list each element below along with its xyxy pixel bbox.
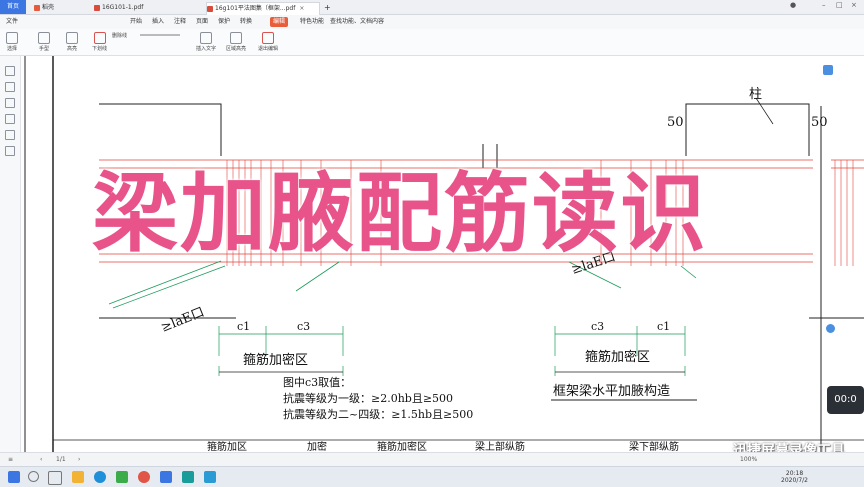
dim-c3-right: c3 (591, 320, 604, 333)
highlight-icon (66, 32, 78, 44)
menu-convert[interactable]: 转换 (240, 17, 252, 27)
bottom-label-3: 箍筋加密区 (377, 440, 427, 452)
menu-features[interactable]: 特色功能 (300, 17, 324, 27)
menu-protect[interactable]: 保护 (218, 17, 230, 27)
edge-icon[interactable] (94, 471, 106, 483)
minimize-icon[interactable]: – (822, 1, 826, 9)
menu-file[interactable]: 文件 (6, 17, 18, 27)
video-title-overlay: 梁加腋配筋读识 (92, 164, 708, 264)
note-title: 图中c3取值： (283, 376, 351, 389)
hand-icon (38, 32, 50, 44)
task-view-icon[interactable] (48, 471, 62, 485)
dim-c1-left: c1 (237, 320, 250, 333)
text-icon (200, 32, 212, 44)
search-icon[interactable] (28, 471, 39, 482)
menu-page[interactable]: 页面 (196, 17, 208, 27)
clock-date: 2020/7/2 (781, 477, 808, 484)
dim-c1-right: c1 (657, 320, 670, 333)
hand-tool[interactable]: 手型 (38, 32, 50, 52)
thumbnail-icon[interactable] (5, 82, 15, 92)
layers-icon[interactable] (5, 146, 15, 156)
comment-icon[interactable] (5, 98, 15, 108)
clock-time: 20:18 (785, 470, 804, 477)
tab-label: 16G101-1.pdf (102, 4, 144, 11)
dim-c3-left: c3 (297, 320, 310, 333)
menu-edit[interactable]: 编辑 (270, 17, 289, 27)
tab-label: 稻壳 (42, 4, 55, 11)
strike-tool[interactable]: 删除线 (112, 32, 127, 39)
menu-bar: 文件 开始 插入 注释 页面 保护 转换 编辑 特色功能 查找功能、文档内容 (0, 15, 864, 29)
attachment-icon[interactable] (5, 130, 15, 140)
bottom-label-2: 加密 (307, 440, 327, 452)
new-tab-button[interactable]: + (324, 2, 334, 14)
tab-docer[interactable]: 稻壳 (34, 2, 86, 14)
pdf-icon (94, 4, 100, 11)
search-menu[interactable]: 查找功能、文档内容 (330, 17, 384, 27)
start-icon[interactable] (8, 471, 20, 483)
status-bar: ≡ ‹ 1/1 › 100% (0, 452, 864, 467)
tab-home[interactable]: 首页 (0, 0, 26, 14)
bookmark-icon[interactable] (5, 66, 15, 76)
stirrup-zone-left: 箍筋加密区 (243, 352, 308, 368)
page-indicator[interactable]: 1/1 (56, 456, 66, 463)
exit-edit-button[interactable]: 退出编辑 (258, 32, 278, 52)
time-badge: 00:0 (827, 386, 864, 414)
app3-icon[interactable] (204, 471, 216, 483)
area-highlight-tool[interactable]: 区域高亮 (226, 32, 246, 52)
menu-annotate[interactable]: 注释 (174, 17, 186, 27)
bottom-label-5: 梁下部纵筋 (629, 440, 679, 452)
cursor-icon (6, 32, 18, 44)
chrome-icon[interactable] (138, 471, 150, 483)
close-window-icon[interactable]: × (851, 1, 857, 9)
wps-icon[interactable] (160, 471, 172, 483)
note-line-2: 抗震等级为二~四级：≥1.5hb且≥500 (283, 407, 473, 421)
prev-page-icon[interactable]: ‹ (40, 456, 42, 463)
sidebar-toggle-icon[interactable]: ≡ (8, 456, 13, 463)
anchor-length-left: ≥laE口 (159, 305, 207, 336)
underline-tool[interactable]: 下划线 (92, 32, 107, 52)
insert-text-tool[interactable]: 插入文字 (196, 32, 216, 52)
float-tool-icon[interactable] (823, 65, 833, 75)
area-icon (230, 32, 242, 44)
tab-label: 16g101平法图集（框架...pdf (215, 5, 296, 12)
ribbon-toolbar: 选择 手型 高亮 下划线 删除线 插入文字 区域高亮 退出编辑 (0, 29, 864, 56)
pdf-icon (207, 5, 213, 12)
close-tab-icon[interactable]: × (299, 5, 304, 12)
column-label: 柱 (749, 87, 762, 102)
menu-insert[interactable]: 插入 (152, 17, 164, 27)
tab-bar: 首页 稻壳 16G101-1.pdf 16g101平法图集（框架...pdf × … (0, 0, 864, 15)
bottom-label-4: 梁上部纵筋 (475, 440, 525, 452)
figure-title: 框架梁水平加腋构造 (553, 384, 670, 399)
menu-start[interactable]: 开始 (130, 17, 142, 27)
search-icon[interactable] (5, 114, 15, 124)
file-explorer-icon[interactable] (72, 471, 84, 483)
underline-icon (93, 32, 106, 44)
user-avatar-icon[interactable]: ● (790, 1, 796, 9)
tab-16g101-active[interactable]: 16g101平法图集（框架...pdf × (206, 2, 320, 15)
next-page-icon[interactable]: › (78, 456, 80, 463)
note-line-1: 抗震等级为一级：≥2.0hb且≥500 (283, 391, 453, 405)
app2-icon[interactable] (182, 471, 194, 483)
dim-50-left: 50 (667, 115, 684, 130)
docer-icon (34, 4, 40, 11)
left-sidebar (0, 56, 21, 452)
exit-icon (262, 32, 274, 44)
tab-16g101-1[interactable]: 16G101-1.pdf (94, 2, 198, 14)
dim-50-right: 50 (811, 115, 828, 130)
taskbar: 20:18 2020/7/2 (0, 466, 864, 487)
float-help-icon[interactable] (826, 324, 835, 333)
stirrup-zone-right: 箍筋加密区 (585, 349, 650, 365)
bottom-label-1: 箍筋加区 (207, 440, 247, 452)
highlight-tool[interactable]: 高亮 (66, 32, 78, 52)
zoom-slider[interactable] (140, 34, 180, 36)
app-icon[interactable] (116, 471, 128, 483)
maximize-icon[interactable]: □ (836, 1, 843, 9)
select-tool[interactable]: 选择 (6, 32, 18, 52)
zoom-level[interactable]: 100% (740, 456, 757, 463)
clock[interactable]: 20:18 2020/7/2 (781, 470, 808, 484)
